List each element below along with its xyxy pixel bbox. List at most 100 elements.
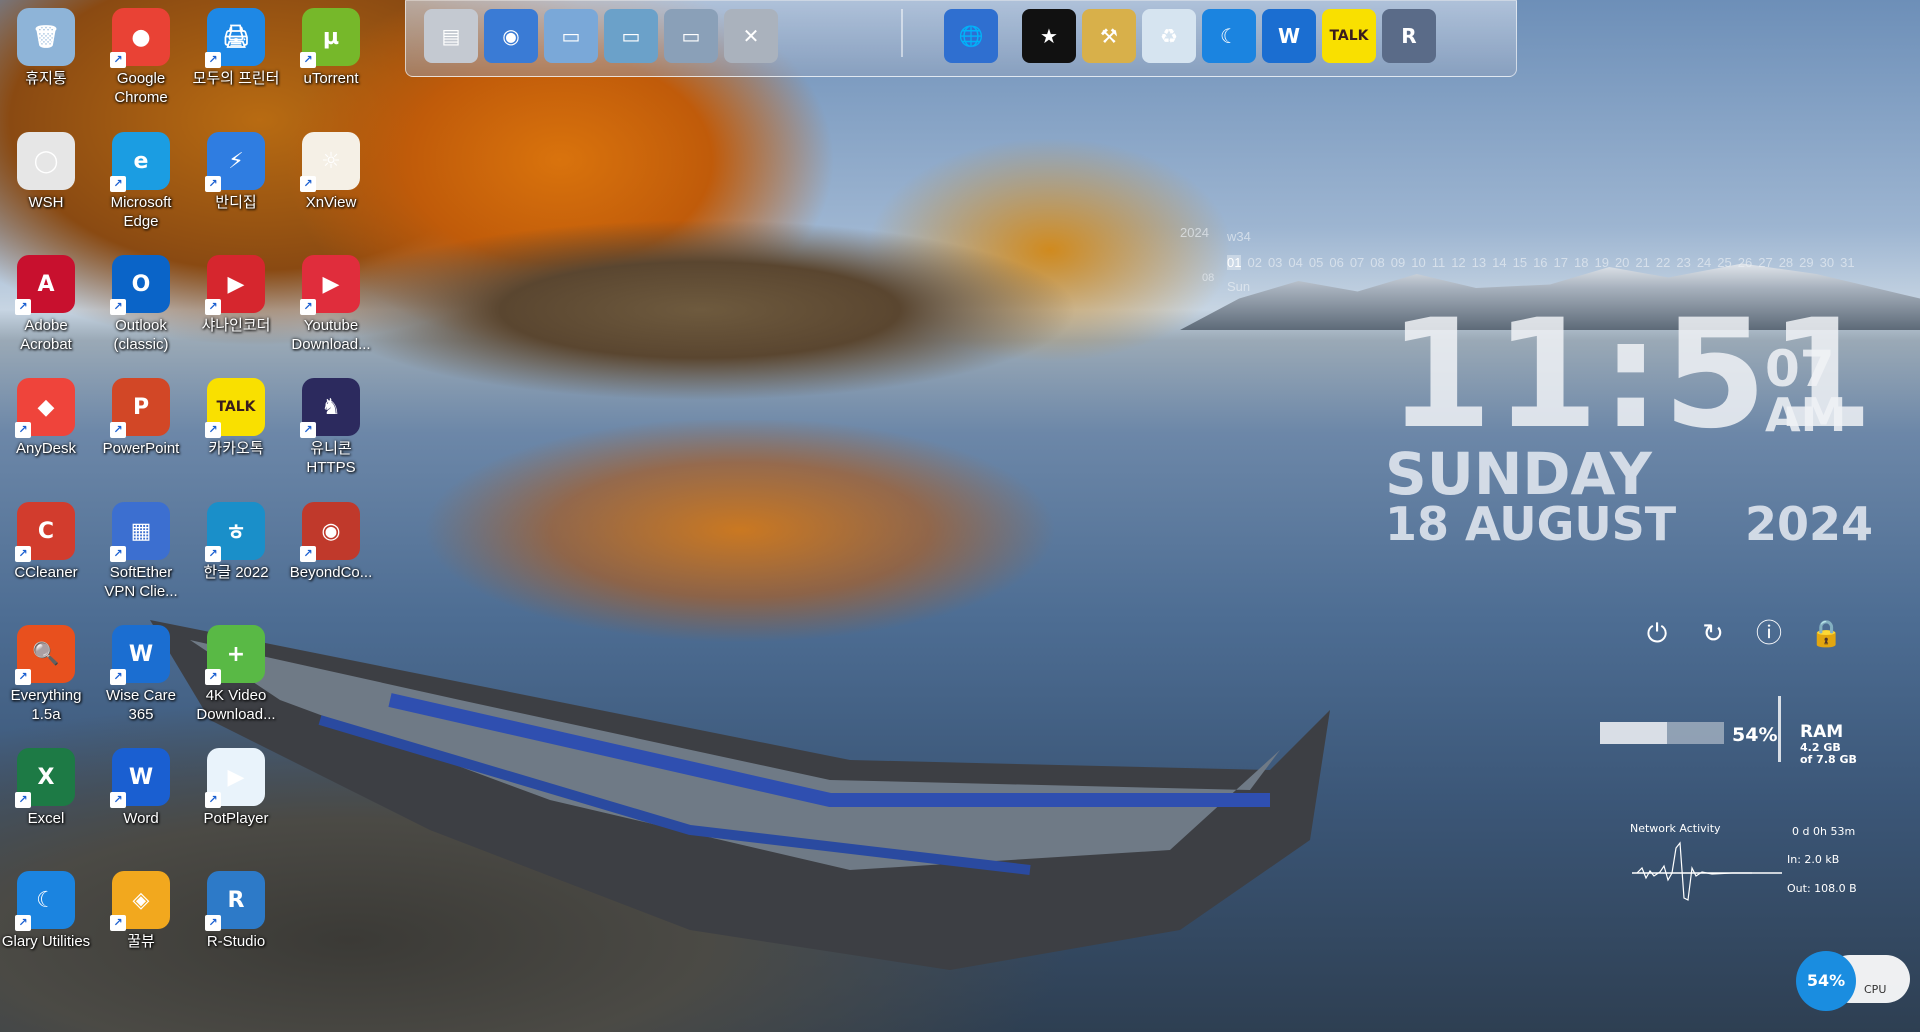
desktop-icon-label: 카카오톡 <box>208 440 264 457</box>
calendar-day: 11 <box>1431 255 1446 270</box>
desktop-icon-label: BeyondCo... <box>289 564 373 581</box>
calendar-day: 24 <box>1696 255 1712 270</box>
desktop-icon[interactable]: W ↗ Wise Care 365 <box>95 625 187 724</box>
desktop-icon[interactable]: 🖨 ↗ 모두의 프린터 <box>190 8 282 88</box>
calendar-day: 25 <box>1717 255 1732 270</box>
desktop-icon[interactable]: µ ↗ uTorrent <box>285 8 377 88</box>
desktop-icon-label: Word <box>123 810 159 827</box>
calendar-day: 10 <box>1411 255 1426 270</box>
ram-percent: 54% <box>1732 724 1778 746</box>
dock-item-hammer[interactable]: ⚒ <box>1082 9 1136 63</box>
desktop-icon[interactable]: X ↗ Excel <box>0 748 92 828</box>
calendar-day: 22 <box>1655 255 1671 270</box>
calendar-day: 18 <box>1574 255 1589 270</box>
desktop-icon[interactable]: ▶ ↗ PotPlayer <box>190 748 282 828</box>
dock-item-folder-2[interactable]: ▭ <box>604 9 658 63</box>
app-icon: e ↗ <box>110 132 170 192</box>
calendar-day: 06 <box>1329 255 1344 270</box>
desktop-icon-label: 휴지통 <box>25 70 67 87</box>
app-icon: ▶ ↗ <box>205 748 265 808</box>
desktop-icon[interactable]: ▶ ↗ 샤나인코더 <box>190 255 282 335</box>
app-icon: ▶ ↗ <box>300 255 360 315</box>
app-icon: ◈ ↗ <box>110 871 170 931</box>
desktop-icon[interactable]: + ↗ 4K Video Download... <box>190 625 282 724</box>
shortcut-arrow-icon: ↗ <box>205 915 221 931</box>
calendar-day: 01 <box>1227 255 1242 270</box>
desktop-icon[interactable]: R ↗ R-Studio <box>190 871 282 951</box>
desktop-icon[interactable]: ㅎ ↗ 한글 2022 <box>190 502 282 582</box>
desktop-icon-label: PowerPoint <box>102 440 180 457</box>
desktop-icon[interactable]: ☾ ↗ Glary Utilities <box>0 871 92 951</box>
sleep-icon[interactable]: ⓘ <box>1753 618 1785 650</box>
shortcut-arrow-icon: ↗ <box>110 915 126 931</box>
app-icon: ♞ ↗ <box>300 378 360 438</box>
dock-item-tshirt[interactable]: ★ <box>1022 9 1076 63</box>
power-icon[interactable]: ⏻ <box>1641 618 1673 650</box>
desktop-icon[interactable]: ▦ ↗ SoftEther VPN Clie... <box>95 502 187 601</box>
desktop-icon[interactable]: 🗑 휴지통 <box>0 8 92 88</box>
ram-details: 4.2 GB of 7.8 GB <box>1800 742 1870 766</box>
desktop-icon[interactable]: ▶ ↗ Youtube Download... <box>285 255 377 354</box>
dock-separator <box>901 9 903 57</box>
calendar-month: 08 <box>1202 272 1215 284</box>
desktop-icon[interactable]: ♞ ↗ 유니콘 HTTPS <box>285 378 377 477</box>
calendar-day: 03 <box>1267 255 1283 270</box>
desktop-icon-label: SoftEther VPN Clie... <box>104 564 178 600</box>
shortcut-arrow-icon: ↗ <box>110 52 126 68</box>
desktop-icon-label: Outlook (classic) <box>113 317 169 353</box>
desktop-icon-label: Wise Care 365 <box>105 687 176 723</box>
cpu-percent: 54% <box>1796 951 1856 1011</box>
desktop-icon[interactable]: ◆ ↗ AnyDesk <box>0 378 92 458</box>
desktop-icon[interactable]: P ↗ PowerPoint <box>95 378 187 458</box>
wallpaper-boat <box>150 620 1330 970</box>
app-icon: ◆ ↗ <box>15 378 75 438</box>
desktop-icon[interactable]: ⚡ ↗ 반디집 <box>190 132 282 212</box>
lock-icon[interactable]: 🔒 <box>1810 618 1842 650</box>
desktop-icon-label: Microsoft Edge <box>110 194 172 230</box>
desktop-icon-label: PotPlayer <box>203 810 269 827</box>
dock-item-wise[interactable]: W <box>1262 9 1316 63</box>
desktop-icon[interactable]: e ↗ Microsoft Edge <box>95 132 187 231</box>
desktop-icon[interactable]: ● ↗ Google Chrome <box>95 8 187 107</box>
dock-item-registry[interactable]: R <box>1382 9 1436 63</box>
desktop-icon[interactable]: ◯ WSH <box>0 132 92 212</box>
ram-usage-bar <box>1600 722 1724 744</box>
app-icon: W ↗ <box>110 625 170 685</box>
desktop-icon[interactable]: W ↗ Word <box>95 748 187 828</box>
app-icon: ● ↗ <box>110 8 170 68</box>
desktop-icon[interactable]: TALK ↗ 카카오톡 <box>190 378 282 458</box>
app-icon: ㅎ ↗ <box>205 502 265 562</box>
shortcut-arrow-icon: ↗ <box>300 422 316 438</box>
desktop-icon-label: 반디집 <box>215 194 257 211</box>
desktop-icon[interactable]: ☼ ↗ XnView <box>285 132 377 212</box>
dock-item-folder-3[interactable]: ▭ <box>664 9 718 63</box>
clock-date: 18 AUGUST <box>1385 497 1677 551</box>
app-icon: W ↗ <box>110 748 170 808</box>
desktop-icon[interactable]: ◈ ↗ 꿀뷰 <box>95 871 187 951</box>
shortcut-arrow-icon: ↗ <box>110 422 126 438</box>
calendar-day: 31 <box>1840 255 1855 270</box>
desktop-icon[interactable]: C ↗ CCleaner <box>0 502 92 582</box>
desktop-icon[interactable]: O ↗ Outlook (classic) <box>95 255 187 354</box>
shortcut-arrow-icon: ↗ <box>205 792 221 808</box>
dock-item-network[interactable]: ◉ <box>484 9 538 63</box>
desktop-icon-label: 한글 2022 <box>203 564 269 581</box>
dock-item-glary[interactable]: ☾ <box>1202 9 1256 63</box>
dock-item-folder-1[interactable]: ▭ <box>544 9 598 63</box>
app-icon: 🗑 <box>17 8 75 66</box>
desktop-icon[interactable]: ◉ ↗ BeyondCo... <box>285 502 377 582</box>
dock-item-notepad[interactable]: ▤ <box>424 9 478 63</box>
calendar-day: 30 <box>1819 255 1835 270</box>
dock-item-globe[interactable]: 🌐 <box>944 9 998 63</box>
dock-item-recycle[interactable]: ♻ <box>1142 9 1196 63</box>
dock-item-kakaotalk[interactable]: TALK <box>1322 9 1376 63</box>
desktop-icon[interactable]: A ↗ Adobe Acrobat <box>0 255 92 354</box>
desktop-icon-label: Youtube Download... <box>291 317 371 353</box>
desktop-icon[interactable]: 🔍 ↗ Everything 1.5a <box>0 625 92 724</box>
calendar-day: 26 <box>1737 255 1753 270</box>
network-uptime: 0 d 0h 53m <box>1792 825 1856 838</box>
calendar-day: 14 <box>1492 255 1507 270</box>
restart-icon[interactable]: ↻ <box>1697 618 1729 650</box>
dock-item-tools[interactable]: ✕ <box>724 9 778 63</box>
calendar-day: 16 <box>1533 255 1548 270</box>
